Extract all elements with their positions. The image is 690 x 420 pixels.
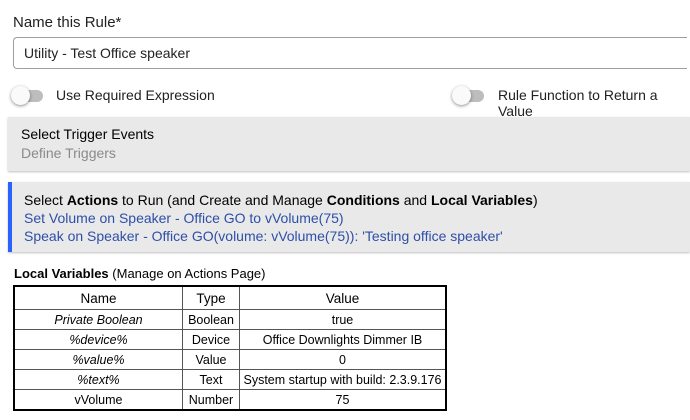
actions-title-actions: Actions [66,192,119,208]
triggers-title: Select Trigger Events [21,126,155,142]
variable-type: Number [182,389,240,411]
actions-title: Select Actions to Run (and Create and Ma… [24,192,538,208]
column-header-value: Value [239,285,447,310]
variable-name: %value% [13,349,183,370]
actions-title-text: and [399,192,431,208]
table-row: %device% Device Office Downlights Dimmer… [13,329,447,350]
table-row: %text% Text System startup with build: 2… [13,369,447,390]
variable-name: vVolume [13,389,183,411]
variable-name: %device% [13,329,183,350]
required-expression-toggle[interactable] [11,86,47,106]
local-variables-table: Name Type Value Private Boolean Boolean … [13,285,447,411]
action-line: Set Volume on Speaker - Office GO to vVo… [24,210,344,226]
column-header-name: Name [13,285,183,310]
rule-name-input[interactable] [13,37,687,69]
select-actions-button[interactable]: Select Actions to Run (and Create and Ma… [8,182,690,252]
variable-value: System startup with build: 2.3.9.176 [239,369,447,390]
rule-function-toggle[interactable] [452,86,488,106]
variable-value: Office Downlights Dimmer IB [239,329,447,350]
table-row: %value% Value 0 [13,349,447,370]
actions-title-text: ) [532,192,538,208]
local-variables-note: (Manage on Actions Page) [108,266,266,281]
table-header-row: Name Type Value [13,285,447,310]
rule-name-label: Name this Rule* [13,14,122,31]
table-row: Private Boolean Boolean true [13,309,447,330]
variable-name: Private Boolean [13,309,183,330]
actions-title-text: Select [24,192,67,208]
variable-name: %text% [13,369,183,390]
variable-value: 0 [239,349,447,370]
table-row: vVolume Number 75 [13,389,447,411]
toggle-knob [11,86,30,105]
actions-title-local-variables: Local Variables [430,192,533,208]
variable-type: Boolean [182,309,240,330]
actions-title-text: to Run (and Create and Manage [118,192,327,208]
variable-type: Device [182,329,240,350]
local-variables-title: Local Variables [14,266,109,281]
actions-title-conditions: Conditions [326,192,400,208]
rule-function-label: Rule Function to Return a Value [498,87,658,119]
column-header-type: Type [182,285,240,310]
variable-value: true [239,309,447,330]
action-line: Speak on Speaker - Office GO(volume: vVo… [24,228,503,244]
variable-type: Text [182,369,240,390]
triggers-subtitle: Define Triggers [21,145,116,161]
local-variables-heading: Local Variables (Manage on Actions Page) [14,266,266,281]
required-expression-label: Use Required Expression [56,87,215,103]
variable-type: Value [182,349,240,370]
select-triggers-button[interactable]: Select Trigger Events Define Triggers [8,117,690,171]
variable-value: 75 [239,389,447,411]
toggle-knob [452,86,471,105]
